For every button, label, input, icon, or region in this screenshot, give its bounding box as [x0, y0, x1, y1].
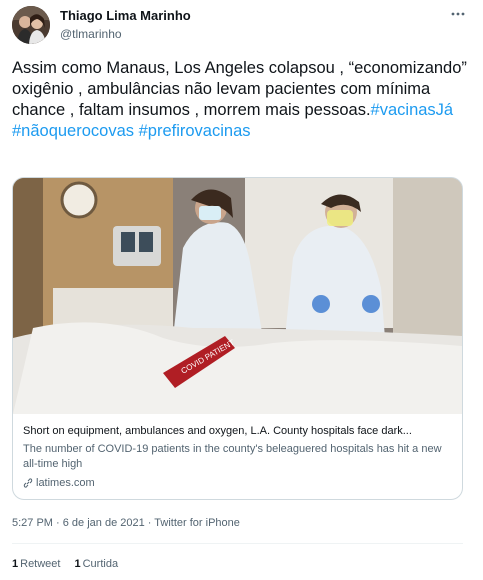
hashtag-link[interactable]: #nãoquerocovas: [12, 122, 134, 140]
tweet-header: Thiago Lima Marinho @tlmarinho: [12, 6, 472, 46]
link-card[interactable]: COVID PATIENT Short on equipment, ambula…: [12, 177, 463, 500]
tweet: Thiago Lima Marinho @tlmarinho Assim com…: [0, 0, 483, 580]
author-display-name[interactable]: Thiago Lima Marinho: [60, 8, 191, 24]
hashtag-link[interactable]: #vacinasJá: [371, 101, 454, 119]
card-image[interactable]: COVID PATIENT: [13, 178, 462, 414]
hospital-photo: COVID PATIENT: [13, 178, 462, 414]
avatar-photo: [12, 6, 50, 44]
card-description: The number of COVID-19 patients in the c…: [23, 443, 442, 470]
likes-label: Curtida: [82, 558, 119, 570]
divider: [12, 543, 463, 544]
likes-stat[interactable]: 1 Curtida: [74, 558, 118, 570]
card-domain-text: latimes.com: [36, 477, 95, 489]
likes-count: 1: [74, 558, 81, 570]
card-domain[interactable]: latimes.com: [23, 476, 453, 490]
avatar[interactable]: [12, 6, 50, 44]
tweet-time[interactable]: 5:27 PM: [12, 517, 53, 529]
retweets-stat[interactable]: 1 Retweet: [12, 558, 60, 570]
more-horizontal-icon: [451, 12, 465, 16]
meta-separator: ·: [52, 517, 63, 529]
meta-separator: ·: [144, 517, 155, 529]
author-handle[interactable]: @tlmarinho: [60, 26, 191, 42]
card-body: Short on equipment, ambulances and oxyge…: [23, 424, 453, 490]
tweet-text: Assim como Manaus, Los Angeles colapsou …: [12, 58, 472, 142]
retweets-count: 1: [12, 558, 19, 570]
card-title[interactable]: Short on equipment, ambulances and oxyge…: [23, 424, 453, 438]
more-icon[interactable]: [450, 6, 466, 26]
tweet-date[interactable]: 6 de jan de 2021: [63, 517, 145, 529]
hashtag-link[interactable]: #prefirovacinas: [139, 122, 251, 140]
tweet-meta: 5:27 PM · 6 de jan de 2021 · Twitter for…: [12, 516, 240, 530]
retweets-label: Retweet: [20, 558, 61, 570]
tweet-stats: 1 Retweet 1 Curtida: [12, 558, 118, 570]
author-names: Thiago Lima Marinho @tlmarinho: [60, 8, 191, 42]
link-icon: [23, 478, 33, 488]
tweet-source[interactable]: Twitter for iPhone: [154, 517, 240, 529]
